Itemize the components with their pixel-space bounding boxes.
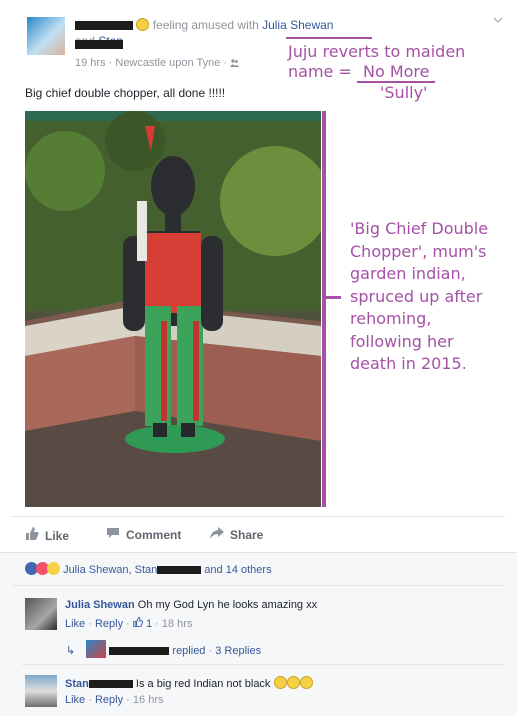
annotation-top: Juju reverts to maiden name = No More 'S… [288,42,465,103]
post-body: Big chief double chopper, all done !!!!! [25,86,226,100]
chevron-down-icon[interactable] [492,14,504,26]
post-card: feeling amused with Julia Shewan and Sta… [0,0,517,716]
commenter-avatar[interactable] [25,675,57,707]
post-location[interactable]: Newcastle upon Tyne [115,57,220,69]
haha-reaction-icon [47,562,60,575]
comment-like-icon[interactable] [133,616,146,630]
annotation-underline [286,37,372,39]
feeling-text: feeling amused with [152,18,259,32]
reaction-others[interactable]: and 14 others [204,564,271,576]
divider [12,585,505,586]
meta-separator-2: · [223,57,228,69]
redacted-surname [75,40,123,49]
photo-illustration [25,111,321,507]
annotation-top-line2: name = No More [288,62,465,83]
annotation-side-line: following her [350,331,454,351]
tagged-julia-link[interactable]: Julia Shewan [262,18,333,32]
share-label: Share [230,528,264,542]
annotation-top-prefix: name = [288,62,352,81]
comment-icon [106,527,120,542]
annotation-side-line: death in 2015. [350,354,467,373]
comment-text: Is a big red Indian not black [135,678,271,690]
replies-row[interactable]: ↳ replied · 3 Replies [66,640,261,658]
comment: Stan Is a big red Indian not black [65,676,313,690]
comment: Julia Shewan Oh my God Lyn he looks amaz… [65,599,317,611]
annotation-side: 'Big Chief Double Chopper', mum's garden… [350,218,488,376]
divider [22,664,505,665]
separator: · [88,618,92,630]
annotation-bracket [322,111,326,507]
comment-author[interactable]: Julia Shewan [65,599,135,611]
post-meta: 19 hrs · Newcastle upon Tyne · [75,57,240,69]
comment-time[interactable]: 16 hrs [133,694,164,706]
comment-reply-link[interactable]: Reply [95,694,123,706]
meta-separator: · [108,57,113,69]
comment-button[interactable]: Comment [106,527,181,542]
comment-text: Oh my God Lyn he looks amazing xx [137,599,318,611]
emoji-icon [273,676,287,689]
comment-time[interactable]: 18 hrs [162,618,193,630]
author-avatar[interactable] [27,17,65,55]
replied-text: replied [172,645,206,657]
separator: · [155,618,159,630]
reactions-row[interactable]: Julia Shewan, Stan and 14 others [25,562,272,576]
comment-like-link[interactable]: Like [65,618,85,630]
post-time[interactable]: 19 hrs [75,57,106,69]
separator: · [126,694,130,706]
annotation-top-nomore: No More [356,63,436,83]
annotation-side-line: 'Big Chief Double [350,219,489,238]
divider [12,516,505,517]
separator: · [208,645,213,657]
emoji-icon [286,676,300,689]
friends-icon[interactable] [230,58,240,67]
annotation-side-line: spruced up after [350,286,483,306]
separator: · [126,618,130,630]
share-icon [210,527,224,542]
separator: · [88,694,92,706]
comment-label: Comment [126,528,182,542]
reaction-names[interactable]: Julia Shewan, Stan [63,564,157,576]
annotation-side-line: rehoming, [350,309,432,328]
comment-actions: Like · Reply · 1 · 18 hrs [65,616,193,630]
commenter-avatar[interactable] [25,598,57,630]
like-button[interactable]: Like [25,527,69,543]
redacted-replier-name [109,647,170,656]
post-photo[interactable] [25,111,321,507]
annotation-side-line: garden indian, [350,264,466,283]
redacted-surname [88,680,133,689]
comments-section: Julia Shewan, Stan and 14 others Julia S… [0,552,517,716]
reply-arrow-icon: ↳ [66,645,76,657]
comment-actions: Like · Reply · 16 hrs [65,694,163,706]
smile-icon [136,18,150,31]
comment-like-link[interactable]: Like [65,694,85,706]
redacted-author-name [75,21,133,31]
comment-like-count[interactable]: 1 [146,618,152,630]
share-button[interactable]: Share [210,527,263,542]
annotation-top-line3: 'Sully' [380,83,428,102]
like-label: Like [45,529,70,543]
comment-author[interactable]: Stan [65,678,89,690]
like-icon [25,527,39,543]
redacted-surname [157,566,202,575]
annotation-top-line1: Juju reverts to maiden [288,42,466,61]
emoji-icon [299,676,313,689]
annotation-bracket-tick [325,296,341,299]
comment-reply-link[interactable]: Reply [95,618,123,630]
replies-count[interactable]: 3 Replies [215,645,261,657]
annotation-side-line: Chopper', mum's [350,241,487,261]
replier-avatar [86,640,107,658]
